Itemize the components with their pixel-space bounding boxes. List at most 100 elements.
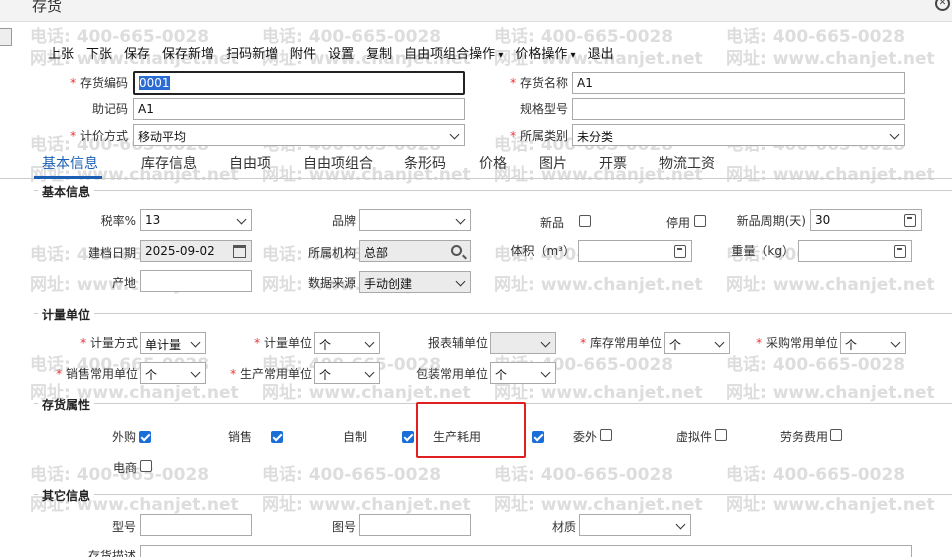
newcycle-input[interactable]: 30	[810, 209, 922, 231]
window-titlebar	[0, 0, 952, 22]
section-attributes: 存货属性	[42, 398, 91, 412]
attr-purchased-label: 外购	[112, 430, 137, 444]
attr-ecommerce-label: 电商	[113, 461, 138, 475]
sales-unit-select[interactable]: 个	[140, 362, 206, 384]
drawing-label: 图号	[331, 520, 356, 534]
attr-outsource-checkbox[interactable]	[600, 429, 612, 441]
brand-label: 品牌	[331, 214, 356, 228]
attr-ecommerce-checkbox[interactable]	[140, 460, 152, 472]
package-unit-select[interactable]: 个	[490, 362, 556, 384]
attr-sales-checkbox[interactable]	[270, 430, 283, 443]
mnemonic-input[interactable]: A1	[133, 98, 465, 120]
unit-label: 计量单位	[222, 334, 312, 351]
section-line	[94, 313, 952, 314]
method-label: 计量方式	[50, 334, 138, 351]
tab-basic-info[interactable]: 基本信息	[42, 153, 98, 173]
attachment-button[interactable]: 附件	[290, 43, 316, 62]
calculator-icon[interactable]	[894, 245, 906, 258]
code-value: 0001	[139, 76, 170, 90]
copy-button[interactable]: 复制	[366, 43, 392, 62]
attr-virtual-label: 虚拟件	[676, 430, 713, 444]
section-basic-info: 基本信息	[42, 185, 91, 199]
scan-new-button[interactable]: 扫码新增	[226, 43, 278, 62]
spec-label: 规格型号	[519, 102, 568, 116]
side-panel-handle[interactable]	[0, 28, 12, 46]
name-input[interactable]: A1	[572, 72, 905, 94]
tax-select[interactable]: 13	[140, 209, 252, 231]
org-input: 总部	[359, 240, 471, 262]
brand-select[interactable]	[359, 209, 471, 231]
pricing-select[interactable]: 移动平均	[133, 124, 465, 146]
calculator-icon[interactable]	[904, 214, 916, 227]
method-select[interactable]: 单计量	[140, 332, 206, 354]
tab-images[interactable]: 图片	[539, 153, 567, 173]
weight-input[interactable]	[798, 240, 912, 262]
purchase-unit-select[interactable]: 个	[840, 332, 906, 354]
material-select[interactable]	[579, 514, 691, 536]
prev-button[interactable]: 上张	[48, 43, 74, 62]
volume-input[interactable]	[578, 240, 692, 262]
production-unit-select[interactable]: 个	[314, 362, 380, 384]
tab-invoice[interactable]: 开票	[599, 153, 627, 173]
code-label: 存货编码	[40, 74, 128, 91]
disabled-checkbox[interactable]	[694, 215, 706, 227]
code-input[interactable]: 0001	[133, 71, 465, 95]
attr-production-use-checkbox[interactable]	[532, 430, 545, 443]
tab-stock-info[interactable]: 库存信息	[141, 153, 197, 173]
mnemonic-label: 助记码	[91, 102, 128, 116]
package-unit-label: 包装常用单位	[415, 367, 488, 381]
description-label: 存货描述	[87, 549, 136, 557]
name-label: 存货名称	[480, 74, 568, 91]
exit-button[interactable]: 退出	[588, 43, 614, 62]
created-input: 2025-09-02	[140, 240, 252, 262]
attr-purchased-checkbox[interactable]	[139, 430, 151, 443]
unit-select[interactable]: 个	[314, 332, 380, 354]
tax-label: 税率%	[100, 214, 136, 228]
tab-logistics-wage[interactable]: 物流工资	[659, 153, 715, 173]
pricing-label: 计价方式	[40, 127, 128, 144]
free-item-ops-menu[interactable]: 自由项组合操作	[404, 43, 503, 62]
drawing-input[interactable]	[359, 514, 471, 536]
save-button[interactable]: 保存	[124, 43, 150, 62]
settings-button[interactable]: 设置	[328, 43, 354, 62]
description-textarea[interactable]	[140, 545, 912, 557]
calculator-icon[interactable]	[674, 245, 686, 258]
disabled-label: 停用	[666, 216, 691, 230]
watermark-text: 电话: 400-665-0028	[262, 465, 442, 485]
next-button[interactable]: 下张	[86, 43, 112, 62]
newcycle-value: 30	[815, 213, 831, 227]
attr-outsource-label: 委外	[573, 430, 598, 444]
category-select[interactable]: 未分类	[572, 124, 905, 146]
save-new-button[interactable]: 保存新增	[162, 43, 214, 62]
watermark-text: 电话: 400-665-0028	[494, 465, 674, 485]
price-ops-menu[interactable]: 价格操作	[515, 43, 575, 62]
section-line-left	[34, 190, 38, 191]
volume-label: 体积（m³）	[510, 244, 575, 258]
spec-input[interactable]	[572, 98, 905, 120]
attr-labor-cost-checkbox[interactable]	[830, 429, 842, 441]
attr-labor-cost-label: 劳务费用	[780, 430, 829, 444]
calendar-icon[interactable]	[233, 245, 246, 258]
new-checkbox[interactable]	[579, 215, 591, 227]
report-unit-label: 报表辅单位	[427, 336, 488, 350]
origin-input[interactable]	[140, 270, 252, 292]
tab-free-items[interactable]: 自由项	[229, 153, 271, 173]
tab-price[interactable]: 价格	[479, 153, 507, 173]
attr-selfmade-checkbox[interactable]	[401, 430, 414, 443]
model-input[interactable]	[140, 514, 252, 536]
tab-free-item-combo[interactable]: 自由项组合	[303, 153, 373, 173]
search-icon[interactable]	[451, 245, 462, 256]
created-label: 建档日期	[87, 246, 136, 260]
origin-label: 产地	[111, 276, 136, 290]
tab-barcode[interactable]: 条形码	[404, 153, 446, 173]
section-line	[94, 494, 952, 495]
sales-unit-label: 销售常用单位	[48, 365, 138, 382]
model-label: 型号	[111, 520, 136, 534]
attr-virtual-checkbox[interactable]	[715, 429, 727, 441]
watermark-text: 网址: www.chanjet.net	[494, 275, 703, 295]
purchase-unit-label: 采购常用单位	[746, 334, 838, 351]
stock-unit-select[interactable]: 个	[664, 332, 730, 354]
section-measure: 计量单位	[42, 308, 91, 322]
section-line	[94, 190, 952, 191]
section-other: 其它信息	[42, 489, 91, 503]
